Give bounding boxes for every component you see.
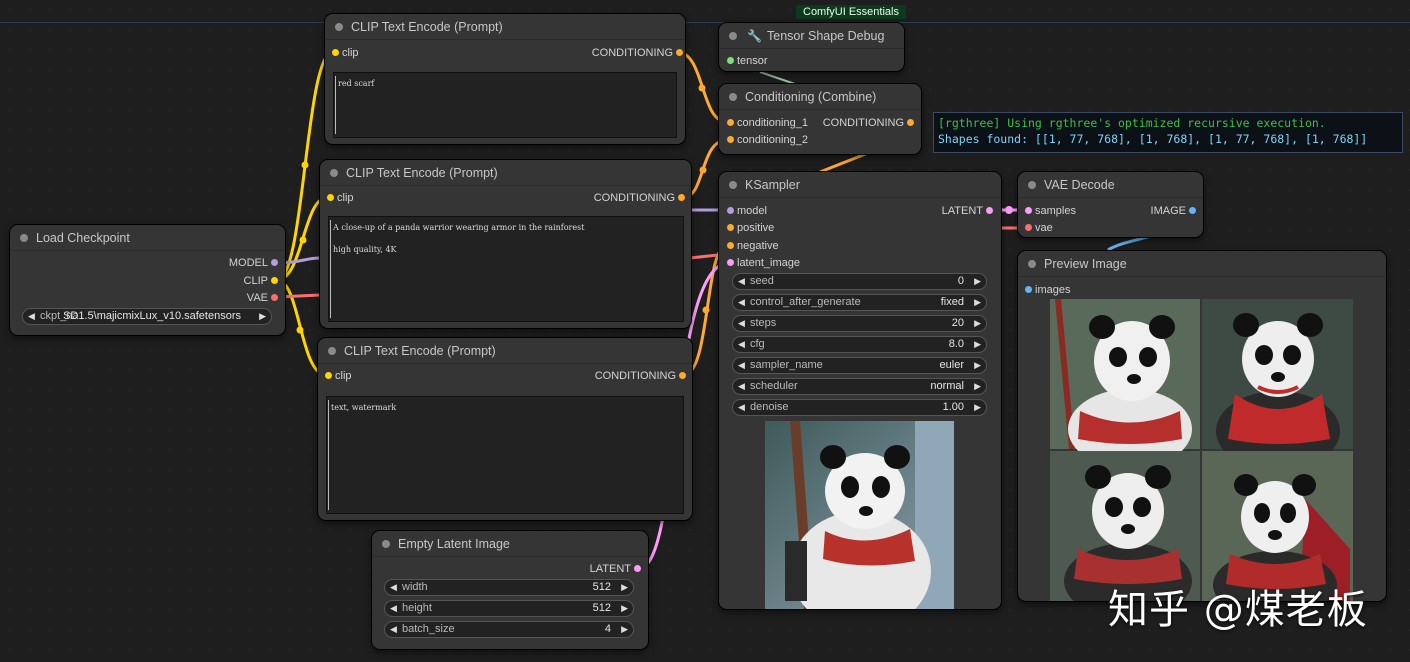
input-samples[interactable]: samples <box>1025 204 1076 218</box>
prompt-textarea[interactable]: red scarf <box>333 72 677 138</box>
ckpt-name-combo[interactable]: ◀ ckpt_na SD1.5\majicmixLux_v10.safetens… <box>22 308 272 325</box>
preview-tile-2 <box>1202 299 1353 471</box>
prompt-textarea[interactable]: A close-up of a panda warrior wearing ar… <box>328 216 684 322</box>
input-images[interactable]: images <box>1025 283 1070 297</box>
node-title[interactable]: VAE Decode <box>1018 172 1203 198</box>
console-line-1: [rgthree] Using rgthree's optimized recu… <box>938 116 1326 130</box>
input-clip[interactable]: clip <box>332 46 359 60</box>
collapse-dot-icon[interactable] <box>20 234 28 242</box>
height-widget[interactable]: ◀ height 512 ▶ <box>384 600 634 617</box>
node-title[interactable]: Load Checkpoint <box>10 225 285 251</box>
node-title[interactable]: CLIP Text Encode (Prompt) <box>325 14 685 40</box>
steps-widget[interactable]: ◀ steps 20 ▶ <box>732 315 987 332</box>
comfyui-essentials-banner: ComfyUI Essentials <box>796 5 906 19</box>
top-divider <box>0 22 1410 23</box>
conditioning-combine-node[interactable]: Conditioning (Combine) conditioning_1 co… <box>719 84 921 154</box>
collapse-dot-icon[interactable] <box>1028 181 1036 189</box>
load-checkpoint-node[interactable]: Load Checkpoint MODEL CLIP VAE ◀ ckpt_na… <box>10 225 285 335</box>
node-title[interactable]: CLIP Text Encode (Prompt) <box>318 338 692 364</box>
tensor-shape-debug-node[interactable]: 🔧 Tensor Shape Debug tensor <box>719 23 904 71</box>
preview-image-grid <box>1050 299 1353 601</box>
scheduler-widget[interactable]: ◀ scheduler normal ▶ <box>732 378 987 395</box>
clip-text-encode-node-mid[interactable]: CLIP Text Encode (Prompt) clip CONDITION… <box>320 160 691 328</box>
collapse-dot-icon[interactable] <box>328 347 336 355</box>
node-title[interactable]: Conditioning (Combine) <box>719 84 921 110</box>
increment-arrow-icon[interactable]: ▶ <box>259 309 266 324</box>
zhihu-watermark: 知乎 @煤老板 <box>1108 587 1368 633</box>
output-conditioning[interactable]: CONDITIONING <box>595 369 686 383</box>
preview-tile-1 <box>1050 299 1200 469</box>
input-vae[interactable]: vae <box>1025 221 1053 235</box>
batch-size-widget[interactable]: ◀ batch_size 4 ▶ <box>384 621 634 638</box>
collapse-dot-icon[interactable] <box>729 32 737 40</box>
output-clip[interactable]: CLIP <box>244 274 278 288</box>
collapse-dot-icon[interactable] <box>729 181 737 189</box>
input-model[interactable]: model <box>727 204 767 218</box>
collapse-dot-icon[interactable] <box>330 169 338 177</box>
wire-combine-out <box>819 151 869 174</box>
ksampler-node[interactable]: KSampler model positive negative latent_… <box>719 172 1001 609</box>
console-line-2: Shapes found: [[1, 77, 768], [1, 768], [… <box>938 132 1368 146</box>
input-conditioning-1[interactable]: conditioning_1 <box>727 116 808 130</box>
empty-latent-image-node[interactable]: Empty Latent Image LATENT ◀ width 512 ▶ ◀ he… <box>372 531 648 649</box>
input-latent-image[interactable]: latent_image <box>727 256 800 270</box>
prompt-textarea[interactable]: text, watermark <box>326 396 684 514</box>
output-model[interactable]: MODEL <box>229 256 278 270</box>
vae-decode-node[interactable]: VAE Decode samples vae IMAGE <box>1018 172 1203 237</box>
node-title[interactable]: 🔧 Tensor Shape Debug <box>719 23 904 49</box>
width-widget[interactable]: ◀ width 512 ▶ <box>384 579 634 596</box>
output-image[interactable]: IMAGE <box>1151 204 1196 218</box>
node-title[interactable]: KSampler <box>719 172 1001 198</box>
seed-widget[interactable]: ◀ seed 0 ▶ <box>732 273 987 290</box>
output-latent[interactable]: LATENT <box>942 204 993 218</box>
output-vae[interactable]: VAE <box>247 291 278 305</box>
node-graph-canvas[interactable]: ComfyUI Essentials CLIP Text Encode (Pro… <box>0 0 1410 662</box>
denoise-widget[interactable]: ◀ denoise 1.00 ▶ <box>732 399 987 416</box>
input-tensor[interactable]: tensor <box>727 54 768 68</box>
cfg-widget[interactable]: ◀ cfg 8.0 ▶ <box>732 336 987 353</box>
node-title[interactable]: Empty Latent Image <box>372 531 648 557</box>
sampler-name-widget[interactable]: ◀ sampler_name euler ▶ <box>732 357 987 374</box>
console-output: [rgthree] Using rgthree's optimized recu… <box>933 112 1403 153</box>
node-title[interactable]: Preview Image <box>1018 251 1386 277</box>
input-positive[interactable]: positive <box>727 221 774 235</box>
node-title[interactable]: CLIP Text Encode (Prompt) <box>320 160 691 186</box>
latent-preview-image <box>765 421 954 609</box>
control-after-generate-widget[interactable]: ◀ control_after_generate fixed ▶ <box>732 294 987 311</box>
input-conditioning-2[interactable]: conditioning_2 <box>727 133 808 147</box>
output-conditioning[interactable]: CONDITIONING <box>594 191 685 205</box>
clip-text-encode-node-top[interactable]: CLIP Text Encode (Prompt) clip CONDITION… <box>325 14 685 144</box>
collapse-dot-icon[interactable] <box>1028 260 1036 268</box>
input-clip[interactable]: clip <box>325 369 352 383</box>
collapse-dot-icon[interactable] <box>382 540 390 548</box>
output-conditioning[interactable]: CONDITIONING <box>823 116 914 130</box>
collapse-dot-icon[interactable] <box>335 23 343 31</box>
wrench-icon: 🔧 <box>747 29 762 43</box>
preview-image-node[interactable]: Preview Image images <box>1018 251 1386 601</box>
decrement-arrow-icon[interactable]: ◀ <box>28 309 35 324</box>
clip-text-encode-node-bottom[interactable]: CLIP Text Encode (Prompt) clip CONDITION… <box>318 338 692 520</box>
output-latent[interactable]: LATENT <box>590 562 641 576</box>
input-negative[interactable]: negative <box>727 239 779 253</box>
input-clip[interactable]: clip <box>327 191 354 205</box>
output-conditioning[interactable]: CONDITIONING <box>592 46 683 60</box>
collapse-dot-icon[interactable] <box>729 93 737 101</box>
